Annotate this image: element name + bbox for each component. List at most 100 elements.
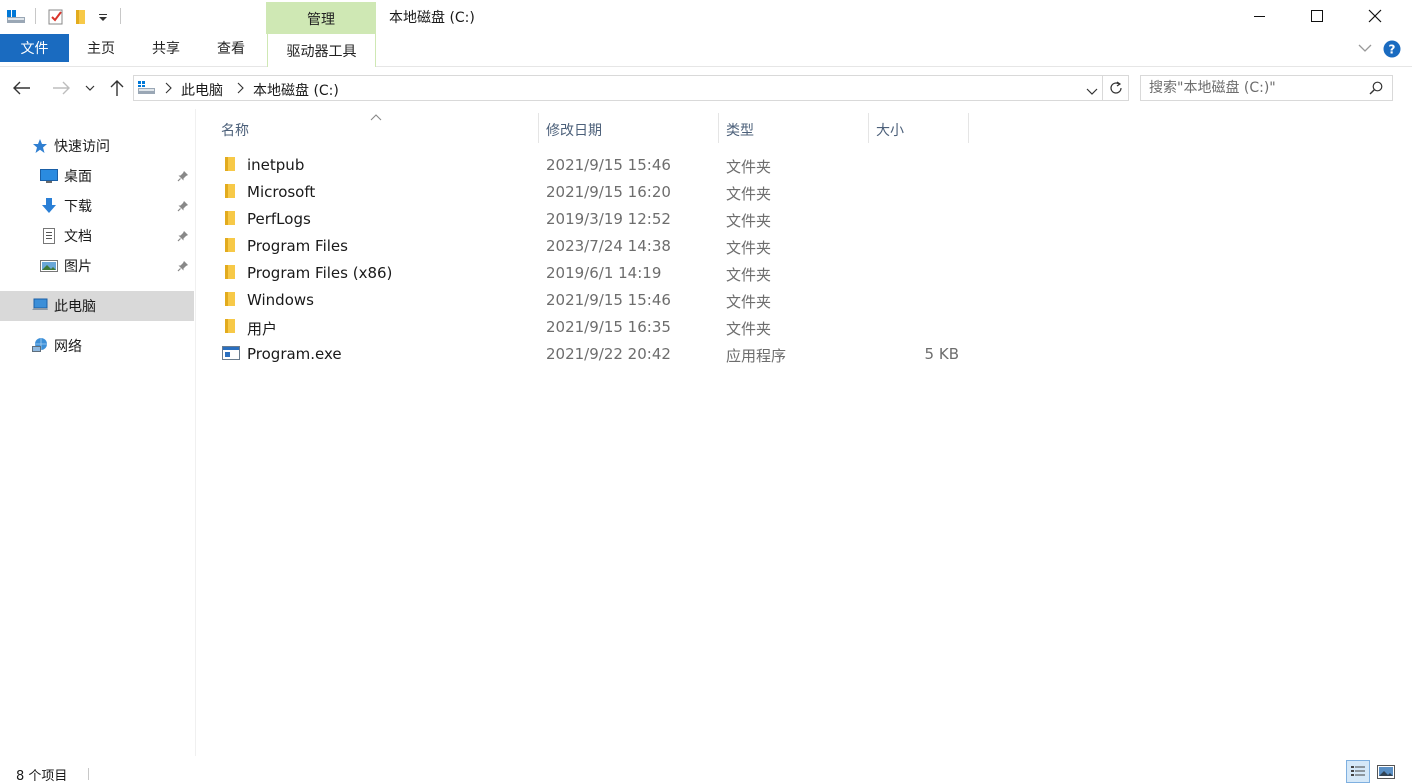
file-row[interactable]: Program.exe 2021/9/22 20:42 应用程序 5 KB xyxy=(197,340,1197,367)
file-type: 文件夹 xyxy=(726,212,772,230)
column-header-size[interactable]: 大小 xyxy=(876,113,968,147)
breadcrumb-local-disk[interactable]: 本地磁盘 (C:) xyxy=(253,80,339,100)
sidebar-item-pictures[interactable]: 图片 xyxy=(0,251,194,281)
sidebar-item-this-pc[interactable]: 此电脑 xyxy=(0,291,194,321)
file-name: inetpub xyxy=(247,156,305,174)
sidebar-item-label: 文档 xyxy=(64,229,92,245)
desktop-icon xyxy=(40,167,58,185)
sidebar-item-documents[interactable]: 文档 xyxy=(0,221,194,251)
file-list: 名称 修改日期 类型 大小 inetpub 2021/9/15 15:46 文件… xyxy=(197,109,1412,756)
file-row[interactable]: Program Files (x86) 2019/6/1 14:19 文件夹 xyxy=(197,259,1197,286)
tab-view[interactable]: 查看 xyxy=(202,34,260,62)
maximize-button[interactable] xyxy=(1288,0,1346,32)
column-header-name[interactable]: 名称 xyxy=(221,113,537,147)
drive-app-icon xyxy=(6,6,28,28)
column-header-type[interactable]: 类型 xyxy=(726,113,866,147)
pin-icon[interactable] xyxy=(176,229,190,243)
item-count: 8 个项目 xyxy=(16,769,68,783)
column-header-label: 大小 xyxy=(876,123,904,139)
tab-share[interactable]: 共享 xyxy=(137,34,195,62)
forward-button[interactable] xyxy=(50,77,72,99)
new-folder-icon[interactable] xyxy=(73,6,89,28)
file-row[interactable]: PerfLogs 2019/3/19 12:52 文件夹 xyxy=(197,205,1197,232)
breadcrumb-separator-icon[interactable] xyxy=(164,82,172,98)
file-type: 文件夹 xyxy=(726,266,772,284)
column-divider[interactable] xyxy=(718,113,719,143)
column-divider[interactable] xyxy=(538,113,539,143)
maximize-icon xyxy=(1311,10,1323,22)
up-arrow-icon xyxy=(110,80,124,96)
details-view-icon xyxy=(1351,765,1365,776)
sidebar-item-network[interactable]: 网络 xyxy=(0,331,194,361)
sidebar-item-quick-access[interactable]: 快速访问 xyxy=(0,131,194,161)
sidebar-item-label: 图片 xyxy=(64,259,92,275)
file-date: 2021/9/15 15:46 xyxy=(546,156,671,174)
file-type: 应用程序 xyxy=(726,347,787,365)
file-date: 2021/9/15 16:35 xyxy=(546,318,671,336)
search-box[interactable] xyxy=(1140,75,1393,101)
column-header-date[interactable]: 修改日期 xyxy=(546,113,716,147)
breadcrumb-separator-icon[interactable] xyxy=(236,82,244,98)
navigation-bar: 此电脑 本地磁盘 (C:) xyxy=(0,67,1412,109)
up-button[interactable] xyxy=(106,77,128,99)
divider xyxy=(88,768,89,780)
folder-icon xyxy=(222,291,240,307)
file-size: 5 KB xyxy=(924,345,959,363)
file-row[interactable]: Microsoft 2021/9/15 16:20 文件夹 xyxy=(197,178,1197,205)
folder-icon xyxy=(222,183,240,199)
file-type: 文件夹 xyxy=(726,320,772,338)
close-button[interactable] xyxy=(1346,0,1404,32)
column-header-label: 类型 xyxy=(726,123,754,139)
tab-home[interactable]: 主页 xyxy=(72,34,130,62)
file-name: Program.exe xyxy=(247,345,342,363)
pin-icon[interactable] xyxy=(176,259,190,273)
sidebar-item-label: 下载 xyxy=(64,199,92,215)
expand-ribbon-icon[interactable] xyxy=(1358,41,1372,57)
back-button[interactable] xyxy=(11,77,33,99)
tab-manage-label: 管理 xyxy=(307,11,335,28)
file-row[interactable]: Program Files 2023/7/24 14:38 文件夹 xyxy=(197,232,1197,259)
file-type: 文件夹 xyxy=(726,293,772,311)
column-divider[interactable] xyxy=(968,113,969,143)
refresh-button[interactable] xyxy=(1103,75,1129,101)
tab-drive-tools-label: 驱动器工具 xyxy=(286,43,357,60)
file-row[interactable]: Windows 2021/9/15 15:46 文件夹 xyxy=(197,286,1197,313)
file-type: 文件夹 xyxy=(726,185,772,203)
breadcrumb-this-pc[interactable]: 此电脑 xyxy=(181,80,223,100)
address-history-icon[interactable] xyxy=(1086,84,1098,100)
sidebar-item-downloads[interactable]: 下载 xyxy=(0,191,194,221)
sidebar-item-desktop[interactable]: 桌面 xyxy=(0,161,194,191)
tab-file[interactable]: 文件 xyxy=(0,34,69,62)
search-icon[interactable] xyxy=(1369,81,1383,99)
exe-icon xyxy=(222,345,240,361)
minimize-button[interactable] xyxy=(1231,0,1289,32)
tab-manage[interactable]: 管理 xyxy=(266,2,376,35)
customize-toolbar-icon[interactable] xyxy=(97,6,109,28)
tab-drive-tools[interactable]: 驱动器工具 xyxy=(267,34,376,67)
properties-icon[interactable] xyxy=(46,6,66,28)
drive-icon xyxy=(137,80,157,100)
large-icons-view-button[interactable] xyxy=(1374,760,1398,783)
pin-icon[interactable] xyxy=(176,169,190,183)
tab-view-label: 查看 xyxy=(217,41,245,57)
recent-locations-button[interactable] xyxy=(82,77,98,99)
pin-icon[interactable] xyxy=(176,199,190,213)
column-divider[interactable] xyxy=(868,113,869,143)
status-bar: 8 个项目 xyxy=(0,756,1412,783)
folder-icon xyxy=(222,156,240,172)
back-arrow-icon xyxy=(13,81,30,95)
help-icon[interactable]: ? xyxy=(1383,40,1401,62)
minimize-icon xyxy=(1254,16,1265,17)
file-row[interactable]: 用户 2021/9/15 16:35 文件夹 xyxy=(197,313,1197,340)
address-bar[interactable]: 此电脑 本地磁盘 (C:) xyxy=(133,75,1103,101)
folder-icon xyxy=(222,318,240,334)
column-header-label: 修改日期 xyxy=(546,123,602,139)
file-date: 2019/3/19 12:52 xyxy=(546,210,671,228)
sidebar-item-label: 网络 xyxy=(54,339,82,355)
details-view-button[interactable] xyxy=(1346,760,1370,783)
file-name: Program Files (x86) xyxy=(247,264,393,282)
tab-file-label: 文件 xyxy=(20,41,49,57)
file-row[interactable]: inetpub 2021/9/15 15:46 文件夹 xyxy=(197,151,1197,178)
folder-icon xyxy=(222,237,240,253)
search-input[interactable] xyxy=(1149,79,1359,97)
